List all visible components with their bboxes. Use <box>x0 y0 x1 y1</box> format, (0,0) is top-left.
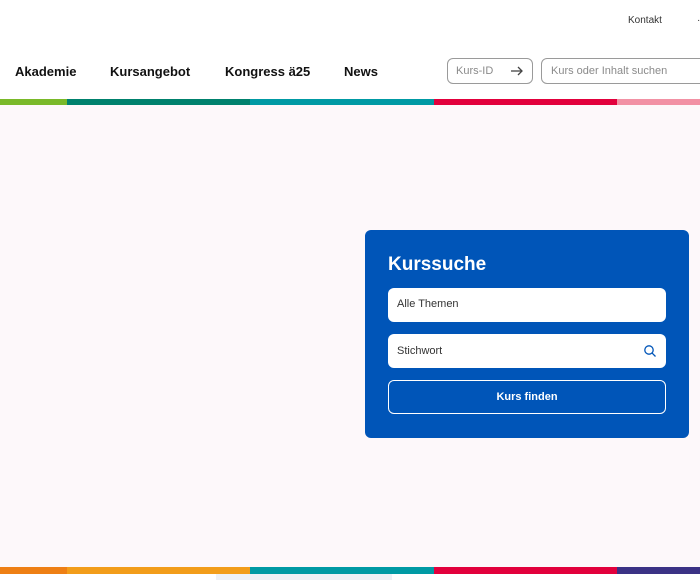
footer-tab <box>216 574 392 580</box>
find-course-button[interactable]: Kurs finden <box>388 380 666 414</box>
stripe-segment <box>434 567 617 574</box>
nav-item-kongress[interactable]: Kongress ä25 <box>225 64 310 79</box>
course-search-title: Kurssuche <box>388 254 487 275</box>
keyword-input[interactable] <box>397 343 627 359</box>
magnifier-icon[interactable] <box>643 344 657 358</box>
nav-item-kursangebot[interactable]: Kursangebot <box>110 64 190 79</box>
keyword-field <box>388 334 666 368</box>
nav-item-news[interactable]: News <box>344 64 378 79</box>
stripe-segment <box>250 567 434 574</box>
stripe-segment <box>0 567 67 574</box>
course-id-box <box>447 58 533 84</box>
stripe-segment <box>617 567 700 574</box>
top-bar: Kontakt · <box>0 0 700 44</box>
color-stripe-bottom <box>0 567 700 574</box>
course-search-card: Kurssuche Alle Themen Kurs finden <box>365 230 689 438</box>
site-search-box <box>541 58 700 84</box>
stripe-segment <box>67 567 250 574</box>
nav-item-akademie[interactable]: Akademie <box>15 64 76 79</box>
course-id-input[interactable] <box>456 63 506 79</box>
topics-select[interactable]: Alle Themen <box>388 288 666 322</box>
site-search-input[interactable] <box>551 63 700 79</box>
topics-select-value: Alle Themen <box>397 298 459 310</box>
arrow-right-icon[interactable] <box>509 63 525 79</box>
kontakt-link[interactable]: Kontakt <box>628 15 662 26</box>
